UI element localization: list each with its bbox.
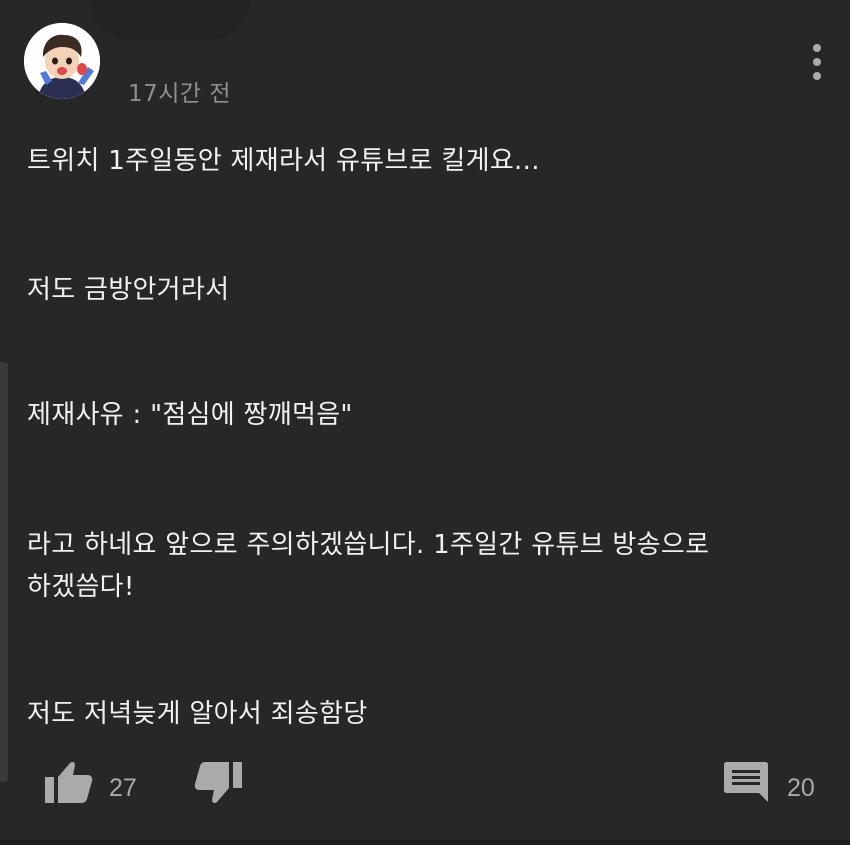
divider [0, 840, 850, 845]
comment-line: 하겠씀다! [27, 572, 135, 602]
like-button[interactable] [44, 759, 94, 805]
dislike-button[interactable] [193, 760, 243, 806]
more-options-button[interactable] [800, 40, 834, 84]
comment-timestamp: 17시간 전 [128, 81, 232, 107]
comment-icon [724, 762, 768, 802]
thumb-down-icon [194, 762, 242, 804]
comment-line: 트위치 1주일동안 제재라서 유튜브로 킬게요... [27, 146, 540, 176]
like-count: 27 [109, 774, 137, 802]
comment-line: 저도 금방안거라서 [27, 275, 230, 305]
thumb-up-icon [45, 761, 93, 803]
comment-line: 제재사유 : "점심에 짱깨먹음" [27, 400, 353, 430]
scrollbar[interactable] [0, 362, 8, 782]
avatar[interactable] [24, 23, 100, 99]
top-shadow [90, 0, 250, 40]
more-vert-icon [813, 44, 821, 80]
reply-button[interactable] [723, 760, 769, 804]
comment-line: 저도 저녁늦게 알아서 죄송함당 [27, 699, 368, 729]
reply-count: 20 [787, 774, 815, 802]
comment-line: 라고 하네요 앞으로 주의하겠씁니다. 1주일간 유튜브 방송으로 [27, 530, 710, 560]
avatar-icon [24, 23, 100, 99]
